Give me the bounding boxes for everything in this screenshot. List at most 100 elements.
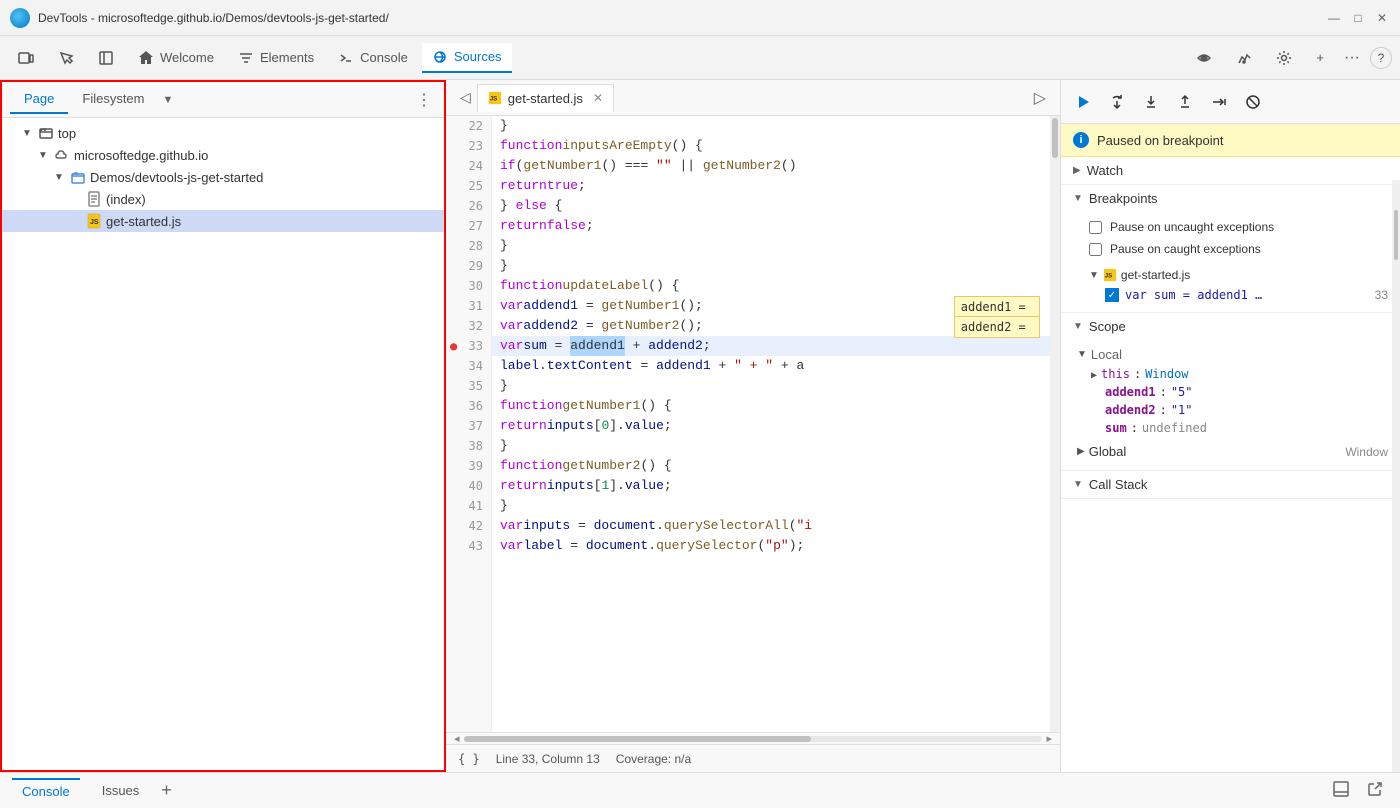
section-watch-header[interactable]: ▶ Watch <box>1061 157 1400 184</box>
tree-item-top[interactable]: ▼ top <box>2 122 444 144</box>
section-callstack-header[interactable]: ▼ Call Stack <box>1061 471 1400 498</box>
right-panel: i Paused on breakpoint ▶ Watch ▼ Breakpo… <box>1060 80 1400 772</box>
scope-content: ▼ Local ▶ this : Window addend1 <box>1061 340 1400 470</box>
cloud-icon <box>54 147 70 163</box>
pause-uncaught-checkbox[interactable] <box>1089 221 1102 234</box>
line-num-32: 32 <box>446 316 491 336</box>
tab-filesystem[interactable]: Filesystem <box>68 85 158 114</box>
line-num-33[interactable]: 33 <box>446 336 491 356</box>
bp-checkbox[interactable] <box>1105 288 1119 302</box>
tree-label-microsoftedge: microsoftedge.github.io <box>74 148 208 163</box>
tree-item-index[interactable]: ▶ (index) <box>2 188 444 210</box>
sidebar-icon <box>98 50 114 66</box>
horizontal-scrollbar-thumb[interactable] <box>464 736 811 742</box>
folder-icon <box>70 169 86 185</box>
code-line-27: return false; <box>492 216 1060 236</box>
open-new-button[interactable] <box>1362 776 1388 805</box>
bp-line-num: 33 <box>1375 288 1388 302</box>
editor-forward-button[interactable]: ▷ <box>1028 84 1052 112</box>
bottom-tab-issues[interactable]: Issues <box>92 779 150 802</box>
line-num-26: 26 <box>446 196 491 216</box>
left-panel-more[interactable]: ⋮ <box>412 90 436 110</box>
tab-more-button[interactable]: ··· <box>1338 43 1366 73</box>
code-line-31: var addend1 = getNumber1();addend1 = <box>492 296 1060 316</box>
line-numbers: 22 23 24 25 26 27 28 29 30 31 32 33 34 3… <box>446 116 492 732</box>
network-icon <box>1196 50 1212 66</box>
horizontal-scrollbar-track[interactable] <box>464 736 1043 742</box>
scope-label: Scope <box>1089 319 1126 334</box>
breakpoints-label: Breakpoints <box>1089 191 1158 206</box>
deactivate-icon <box>1245 94 1261 110</box>
tab-sidebar[interactable] <box>88 44 124 72</box>
minimize-button[interactable]: — <box>1326 10 1342 26</box>
tree-item-demos[interactable]: ▼ Demos/devtools-js-get-started <box>2 166 444 188</box>
line-num-34: 34 <box>446 356 491 376</box>
file-tree: ▼ top ▼ microsoftedge.github.io ▼ Demos/… <box>2 118 444 770</box>
code-line-41: } <box>492 496 1060 516</box>
dock-bottom-button[interactable] <box>1328 776 1354 805</box>
tab-sources[interactable]: Sources <box>422 43 512 73</box>
step-out-button[interactable] <box>1171 88 1199 116</box>
var-value-this[interactable]: Window <box>1145 367 1188 381</box>
step-over-icon <box>1109 94 1125 110</box>
deactivate-button[interactable] <box>1239 88 1267 116</box>
tree-item-get-started-js[interactable]: ▶ JS get-started.js <box>2 210 444 232</box>
pause-caught-label: Pause on caught exceptions <box>1110 242 1261 256</box>
tab-help[interactable]: ? <box>1370 47 1392 69</box>
editor-tab-close[interactable]: ✕ <box>593 91 603 105</box>
scope-local-header[interactable]: ▼ Local <box>1077 344 1388 365</box>
step-into-button[interactable] <box>1137 88 1165 116</box>
var-name-this: this <box>1101 367 1130 381</box>
device-toolbar-icon <box>18 50 34 66</box>
tab-settings[interactable] <box>1266 44 1302 72</box>
close-button[interactable]: ✕ <box>1374 10 1390 26</box>
tree-label-top: top <box>58 126 76 141</box>
tree-item-microsoftedge[interactable]: ▼ microsoftedge.github.io <box>2 144 444 166</box>
global-label: Global <box>1089 444 1127 459</box>
vertical-scrollbar[interactable] <box>1050 116 1060 732</box>
line-num-23: 23 <box>446 136 491 156</box>
section-scope-header[interactable]: ▼ Scope <box>1061 313 1400 340</box>
step-button[interactable] <box>1205 88 1233 116</box>
editor-tab-get-started-js[interactable]: JS get-started.js ✕ <box>477 84 614 112</box>
tab-page[interactable]: Page <box>10 85 68 114</box>
filesystem-dropdown[interactable]: ▼ <box>163 94 174 106</box>
tab-network[interactable] <box>1186 44 1222 72</box>
code-line-26: } else { <box>492 196 1060 216</box>
left-panel-tabs: Page Filesystem ▼ ⋮ <box>2 82 444 118</box>
tab-console[interactable]: Console <box>328 44 418 72</box>
bottom-add-button[interactable]: + <box>161 780 172 801</box>
code-content[interactable]: } function inputsAreEmpty() { if (getNum… <box>492 116 1060 732</box>
pause-caught-checkbox[interactable] <box>1089 243 1102 256</box>
tab-welcome[interactable]: Welcome <box>128 44 224 72</box>
line-num-25: 25 <box>446 176 491 196</box>
right-sections: ▶ Watch ▼ Breakpoints Pause on uncaught … <box>1061 157 1400 772</box>
pause-uncaught-label: Pause on uncaught exceptions <box>1110 220 1274 234</box>
tab-sources-label: Sources <box>454 49 502 64</box>
scope-global-row[interactable]: ▶ Global Window <box>1077 441 1388 462</box>
tab-performance[interactable] <box>1226 44 1262 72</box>
tab-new[interactable]: + <box>1306 44 1334 71</box>
code-area: 22 23 24 25 26 27 28 29 30 31 32 33 34 3… <box>446 116 1060 732</box>
var-colon-this: : <box>1134 367 1141 381</box>
bottom-tab-console[interactable]: Console <box>12 778 80 803</box>
main-area: Page Filesystem ▼ ⋮ ▼ top ▼ microsoftedg… <box>0 80 1400 772</box>
breakpoints-arrow: ▼ <box>1073 193 1083 204</box>
step-over-button[interactable] <box>1103 88 1131 116</box>
code-line-25: return true; <box>492 176 1060 196</box>
scope-var-addend1: addend1 : "5" <box>1091 383 1388 401</box>
tab-inspect[interactable] <box>48 44 84 72</box>
tab-device-toolbar[interactable] <box>8 44 44 72</box>
maximize-button[interactable]: □ <box>1350 10 1366 26</box>
bp-file-group: ▼ JS get-started.js <box>1089 264 1388 286</box>
resume-button[interactable] <box>1069 88 1097 116</box>
editor-back-button[interactable]: ◁ <box>454 85 477 110</box>
right-scrollbar[interactable] <box>1392 180 1400 772</box>
var-name-addend2: addend2 <box>1091 403 1156 417</box>
editor-tab-label: get-started.js <box>508 91 583 106</box>
global-arrow: ▶ <box>1077 446 1085 457</box>
code-line-40: return inputs[1].value; <box>492 476 1060 496</box>
tab-elements[interactable]: Elements <box>228 44 324 72</box>
console-icon <box>338 50 354 66</box>
section-breakpoints-header[interactable]: ▼ Breakpoints <box>1061 185 1400 212</box>
